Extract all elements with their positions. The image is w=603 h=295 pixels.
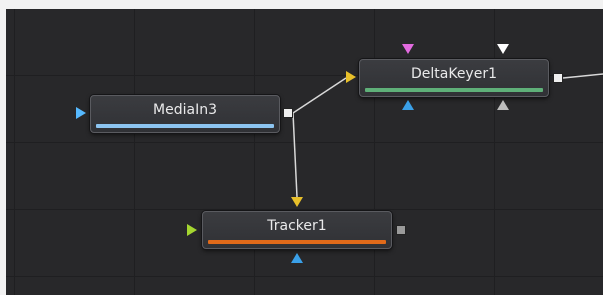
background-input-port-icon[interactable] <box>291 197 303 207</box>
output-port-icon[interactable] <box>396 225 406 235</box>
effect-mask-port-icon[interactable] <box>402 100 414 110</box>
garbage-matte-port-icon[interactable] <box>497 44 509 54</box>
output-port-icon[interactable] <box>553 73 563 83</box>
output-port-icon[interactable] <box>283 108 293 118</box>
solid-matte-port-icon[interactable] <box>402 44 414 54</box>
effect-mask-port-icon[interactable] <box>291 253 303 263</box>
node-color-bar <box>96 124 274 128</box>
connection-wires <box>292 73 603 198</box>
clean-plate-port-icon[interactable] <box>497 100 509 110</box>
node-deltakeyer1[interactable]: DeltaKeyer1 <box>359 59 549 97</box>
node-editor-canvas[interactable]: MediaIn3 DeltaKeyer1 Tracker1 <box>6 9 603 295</box>
node-title: Tracker1 <box>267 218 327 234</box>
wire-deltakeyer-output[interactable] <box>562 73 603 79</box>
input-port-icon[interactable] <box>76 107 86 119</box>
background-input-port-icon[interactable] <box>346 71 356 83</box>
node-mediain3[interactable]: MediaIn3 <box>90 95 280 133</box>
node-color-bar <box>365 88 543 92</box>
wire-mediain-to-deltakeyer[interactable] <box>292 77 347 114</box>
node-title: DeltaKeyer1 <box>410 66 497 82</box>
node-color-bar <box>208 240 386 244</box>
node-tracker1[interactable]: Tracker1 <box>202 211 392 249</box>
node-title: MediaIn3 <box>153 102 217 118</box>
input-port-icon[interactable] <box>187 224 197 236</box>
wire-mediain-to-tracker[interactable] <box>292 112 298 198</box>
